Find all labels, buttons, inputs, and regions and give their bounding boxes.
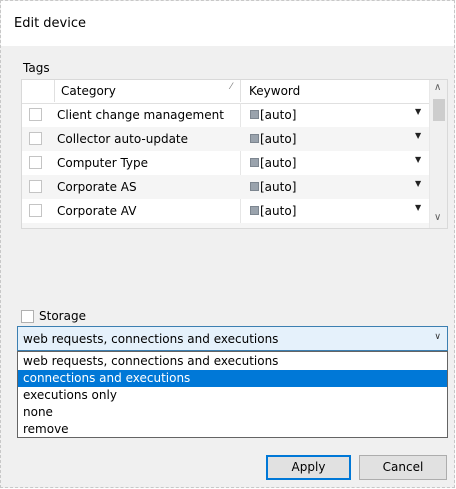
- table-row[interactable]: Collector auto-update [auto] ▼: [22, 127, 429, 151]
- storage-select[interactable]: web requests, connections and executions…: [17, 326, 448, 351]
- row-checkbox[interactable]: [29, 204, 42, 217]
- row-checkbox[interactable]: [29, 180, 42, 193]
- storage-dropdown-list: web requests, connections and executions…: [17, 351, 448, 438]
- dropdown-option-highlighted[interactable]: connections and executions: [18, 370, 447, 387]
- category-cell: Corporate AV: [57, 204, 137, 218]
- keyword-dropdown-arrow-icon[interactable]: ▼: [415, 155, 421, 164]
- keyword-cell: [auto]: [260, 108, 297, 122]
- sort-indicator-icon: ⁄: [230, 82, 232, 92]
- keyword-header-label: Keyword: [249, 84, 301, 98]
- dropdown-option[interactable]: web requests, connections and executions: [18, 353, 447, 370]
- keyword-tag-icon: [250, 134, 259, 143]
- chevron-down-icon[interactable]: ∨: [434, 332, 441, 342]
- dialog-title: Edit device: [14, 16, 87, 31]
- dropdown-option[interactable]: executions only: [18, 387, 447, 404]
- dropdown-option[interactable]: none: [18, 404, 447, 421]
- select-column-header[interactable]: [22, 80, 55, 102]
- table-row[interactable]: Corporate AV [auto] ▼: [22, 199, 429, 223]
- scroll-thumb[interactable]: [433, 99, 445, 121]
- storage-selected-value: web requests, connections and executions: [23, 332, 279, 346]
- dropdown-option[interactable]: remove: [18, 421, 447, 438]
- cancel-button[interactable]: Cancel: [359, 455, 447, 480]
- apply-button[interactable]: Apply: [266, 455, 351, 480]
- tags-grid: Category ⁄ Keyword Client change managem…: [21, 79, 448, 229]
- keyword-dropdown-arrow-icon[interactable]: ▼: [415, 203, 421, 212]
- table-row[interactable]: Corporate AS [auto] ▼: [22, 175, 429, 199]
- keyword-cell: [auto]: [260, 156, 297, 170]
- category-cell: Collector auto-update: [57, 132, 189, 146]
- category-cell: Computer Type: [57, 156, 149, 170]
- table-row[interactable]: Client change management [auto] ▼: [22, 103, 429, 127]
- keyword-dropdown-arrow-icon[interactable]: ▼: [415, 179, 421, 188]
- category-cell: Client change management: [57, 108, 224, 122]
- storage-checkbox[interactable]: [21, 310, 34, 323]
- grid-header: Category ⁄ Keyword: [22, 80, 429, 104]
- edit-device-dialog: Edit device Tags Category ⁄ Keyword Clie…: [0, 0, 455, 488]
- table-row[interactable]: Computer Type [auto] ▼: [22, 151, 429, 175]
- category-header-label: Category: [61, 84, 116, 98]
- keyword-tag-icon: [250, 110, 259, 119]
- keyword-cell: [auto]: [260, 132, 297, 146]
- keyword-column-header[interactable]: Keyword: [241, 80, 429, 102]
- keyword-tag-icon: [250, 158, 259, 167]
- keyword-tag-icon: [250, 206, 259, 215]
- keyword-cell: [auto]: [260, 204, 297, 218]
- table-row[interactable]: [22, 223, 429, 229]
- keyword-cell: [auto]: [260, 180, 297, 194]
- scroll-down-icon[interactable]: ∨: [434, 212, 441, 223]
- dialog-titlebar: Edit device: [1, 1, 454, 46]
- row-checkbox[interactable]: [29, 156, 42, 169]
- category-column-header[interactable]: Category ⁄: [54, 80, 241, 102]
- row-checkbox[interactable]: [29, 132, 42, 145]
- scroll-up-icon[interactable]: ∧: [434, 82, 441, 93]
- storage-label: Storage: [39, 309, 86, 323]
- tags-label: Tags: [23, 61, 50, 75]
- vertical-scrollbar[interactable]: ∧ ∨: [429, 80, 447, 228]
- row-checkbox[interactable]: [29, 228, 42, 229]
- keyword-dropdown-arrow-icon[interactable]: ▼: [415, 107, 421, 116]
- category-cell: Corporate AS: [57, 180, 137, 194]
- row-checkbox[interactable]: [29, 108, 42, 121]
- keyword-tag-icon: [250, 182, 259, 191]
- keyword-dropdown-arrow-icon[interactable]: ▼: [415, 131, 421, 140]
